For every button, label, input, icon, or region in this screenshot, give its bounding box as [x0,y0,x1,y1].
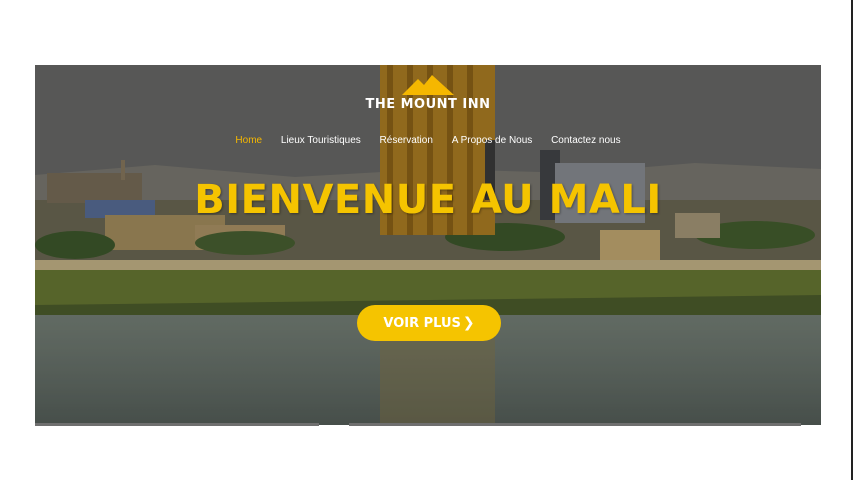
page: THE MOUNT INN Home Lieux Touristiques Ré… [0,0,854,480]
window-edge [851,0,853,480]
nav-item-a-propos[interactable]: A Propos de Nous [452,135,533,146]
slider-indicator-right [349,423,801,426]
slider-indicator-left [35,423,319,426]
hero-headline: BIENVENUE AU MALI [194,177,662,223]
nav-item-contact[interactable]: Contactez nous [551,135,621,146]
brand-logo[interactable]: THE MOUNT INN [35,75,821,112]
brand-name: THE MOUNT INN [365,97,491,112]
nav-item-lieux-touristiques[interactable]: Lieux Touristiques [281,135,361,146]
voir-plus-button[interactable]: VOIR PLUS ❯ [357,305,501,341]
voir-plus-label: VOIR PLUS [383,315,461,331]
main-nav: Home Lieux Touristiques Réservation A Pr… [35,135,821,146]
nav-item-reservation[interactable]: Réservation [380,135,433,146]
hero-dark-overlay [35,65,821,425]
chevron-right-icon: ❯ [462,315,475,331]
hero-banner: THE MOUNT INN Home Lieux Touristiques Ré… [35,65,821,425]
nav-item-home[interactable]: Home [235,135,262,146]
mountain-logo-icon [402,75,454,95]
